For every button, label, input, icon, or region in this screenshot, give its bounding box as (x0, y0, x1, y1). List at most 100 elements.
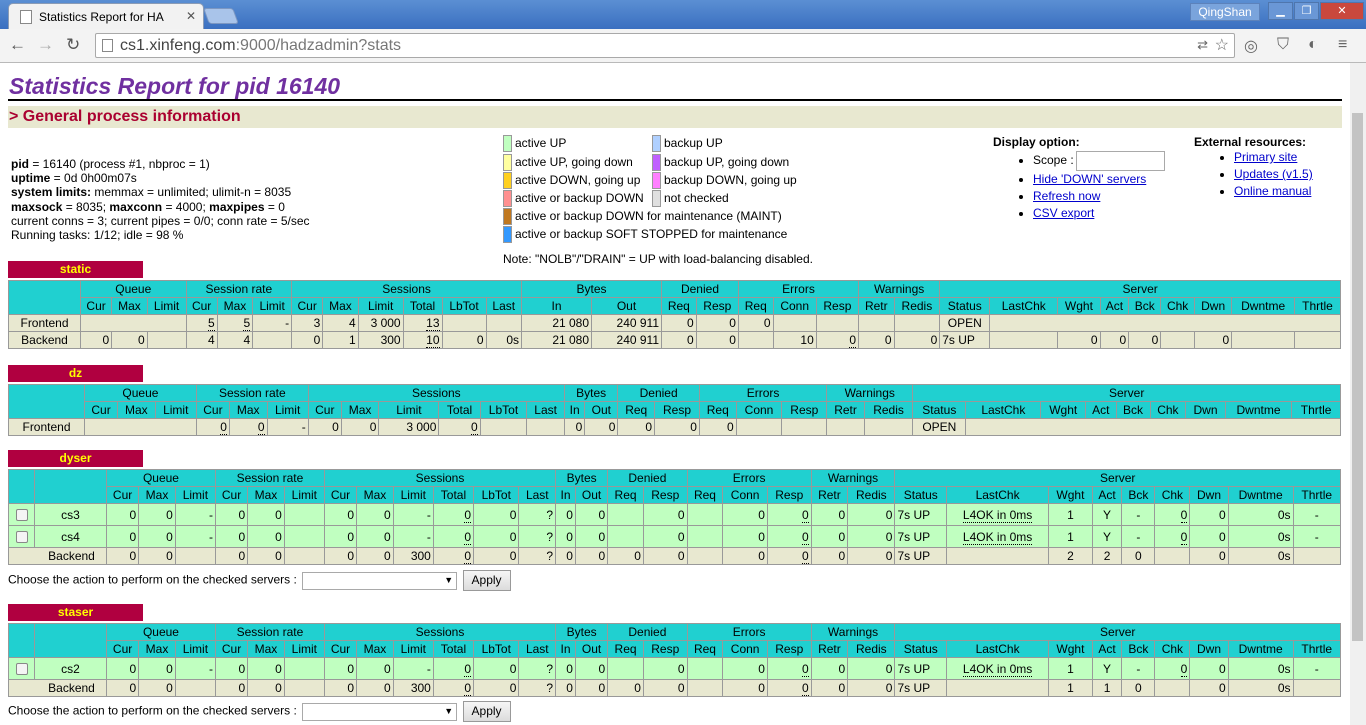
hdr-d-req: Req (607, 486, 644, 504)
hdr-warnings: Warnings (810, 469, 896, 487)
cell[interactable]: 0 (257, 420, 265, 435)
server-actions: Choose the action to perform on the chec… (8, 701, 511, 722)
hide-down-link[interactable]: Hide 'DOWN' servers (1033, 172, 1146, 186)
cell[interactable]: 10 (426, 333, 440, 348)
legend-active-going-up: active DOWN, going up (515, 173, 641, 187)
proxy-name-static[interactable]: static (8, 261, 143, 278)
hdr-wght: Wght (1057, 297, 1101, 315)
cell[interactable]: 0 (801, 549, 809, 564)
hdr-d-req: Req (617, 401, 656, 419)
apply-button[interactable]: Apply (462, 701, 511, 722)
cell[interactable]: 0 (464, 507, 472, 523)
cell (735, 418, 783, 436)
bookmark-star-icon[interactable]: ☆ (1215, 35, 1229, 55)
server-name[interactable]: cs2 (34, 657, 107, 680)
stats-table-staser: Queue Session rate Sessions Bytes Denied… (8, 623, 1342, 697)
updates-link[interactable]: Updates (v1.5) (1234, 167, 1313, 181)
shield-icon[interactable]: ⛉ (1277, 36, 1289, 54)
cell[interactable]: 0 (1180, 661, 1188, 677)
general-info: pid = 16140 (process #1, nbproc = 1) upt… (8, 128, 1342, 271)
hdr-out: Out (574, 486, 609, 504)
limits-value: memmax = unlimited; ulimit-n = 8035 (91, 185, 292, 200)
hdr-bytes: Bytes (555, 469, 609, 487)
cell (1231, 331, 1296, 349)
cell[interactable]: 0 (220, 420, 227, 435)
cell[interactable]: 0 (464, 661, 472, 677)
browser-toolbar: ← → ↻ cs1.xinfeng.com:9000/hadzadmin?sta… (0, 29, 1366, 63)
scrollbar-thumb[interactable] (1352, 113, 1363, 641)
cell (686, 657, 724, 680)
action-select[interactable] (302, 571, 458, 590)
lastchk-cell[interactable]: L4OK in 0ms (962, 529, 1033, 545)
cell[interactable]: 5 (243, 316, 251, 331)
cell (965, 418, 1341, 436)
minimize-icon[interactable]: ▁ (1268, 2, 1293, 20)
browser-tab[interactable]: Statistics Report for HA ✕ (8, 3, 204, 29)
cell: 0 (323, 525, 358, 548)
csv-export-link[interactable]: CSV export (1033, 206, 1094, 220)
hdr-sr-limit: Limit (266, 401, 309, 419)
hdr-dwn: Dwn (1194, 297, 1233, 315)
cell: 0 (607, 547, 644, 565)
back-arrow-icon[interactable]: ← (9, 35, 26, 55)
refresh-link[interactable]: Refresh now (1033, 189, 1100, 203)
profile-button[interactable]: QingShan (1190, 3, 1260, 21)
close-window-icon[interactable]: ✕ (1320, 2, 1364, 20)
cell: 1 (1048, 525, 1093, 548)
apply-button[interactable]: Apply (462, 570, 511, 591)
restore-icon[interactable]: ❐ (1294, 2, 1319, 20)
server-name[interactable]: cs4 (34, 525, 107, 548)
cell[interactable]: 0 (1180, 529, 1188, 545)
extension2-icon[interactable]: ◐ (1308, 36, 1318, 54)
forward-arrow-icon[interactable]: → (37, 35, 54, 55)
server-checkbox[interactable] (15, 531, 28, 544)
cell[interactable]: 0 (464, 549, 472, 564)
cell[interactable]: 0 (1180, 507, 1188, 523)
cell[interactable]: 5 (208, 316, 215, 331)
hdr-redis: Redis (863, 401, 914, 419)
cell: 0 (1121, 547, 1156, 565)
cell[interactable]: 0 (801, 507, 809, 523)
cell: 0 (105, 525, 140, 548)
proxy-name-dz[interactable]: dz (8, 365, 143, 382)
cell (174, 679, 216, 697)
menu-icon[interactable]: ≡ (1338, 36, 1347, 54)
cell (526, 418, 565, 436)
hdr-s-last: Last (526, 401, 565, 419)
lastchk-cell[interactable]: L4OK in 0ms (962, 507, 1033, 523)
cell[interactable]: 0 (801, 529, 809, 545)
extension-icon[interactable]: ◎ (1244, 36, 1258, 56)
cell[interactable]: 13 (426, 316, 440, 331)
address-bar[interactable]: cs1.xinfeng.com:9000/hadzadmin?stats ⇄ ☆ (95, 33, 1235, 58)
cell[interactable]: 0 (801, 681, 809, 696)
proxy-name-staser[interactable]: staser (8, 604, 143, 621)
hdr-queue: Queue (80, 280, 187, 298)
server-name[interactable]: cs3 (34, 503, 107, 526)
translate-icon[interactable]: ⇄ (1197, 37, 1208, 53)
cell (283, 679, 325, 697)
cell (252, 331, 293, 349)
new-tab-button[interactable] (203, 8, 239, 24)
corner-cell (8, 469, 35, 504)
server-checkbox[interactable] (15, 663, 28, 676)
vertical-scrollbar[interactable] (1350, 63, 1366, 725)
reload-icon[interactable]: ↻ (66, 35, 80, 55)
status-cell: 7s UP (894, 547, 948, 565)
lastchk-cell[interactable]: L4OK in 0ms (962, 661, 1033, 677)
action-select[interactable] (302, 702, 458, 721)
cell[interactable]: 0 (801, 661, 809, 677)
process-info: pid = 16140 (process #1, nbproc = 1) upt… (11, 157, 310, 242)
online-manual-link[interactable]: Online manual (1234, 184, 1311, 198)
proxy-name-dyser[interactable]: dyser (8, 450, 143, 467)
cell[interactable]: 0 (849, 333, 857, 348)
hdr-denied: Denied (617, 384, 700, 402)
tab-close-icon[interactable]: ✕ (186, 9, 196, 23)
cell[interactable]: 0 (464, 681, 472, 696)
server-checkbox[interactable] (15, 509, 28, 522)
scope-input[interactable] (1075, 150, 1165, 171)
hdr-q-cur: Cur (105, 486, 140, 504)
cell[interactable]: 0 (470, 420, 478, 435)
primary-site-link[interactable]: Primary site (1234, 150, 1297, 164)
pid-value: = 16140 (process #1, nbproc = 1) (29, 157, 210, 171)
cell[interactable]: 0 (464, 529, 472, 545)
